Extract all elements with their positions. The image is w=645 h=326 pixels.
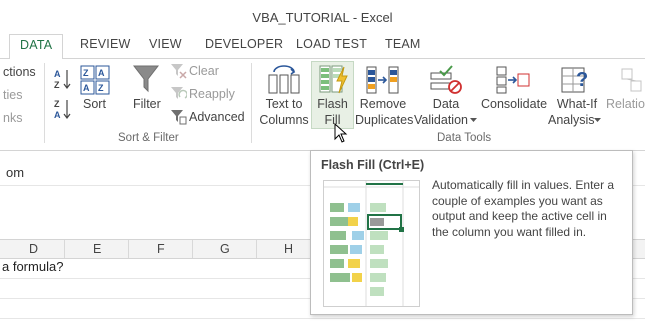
text-to-columns-icon[interactable] [268,65,300,95]
what-if-analysis-icon[interactable]: ? [561,64,593,96]
row-gridline [0,318,645,319]
group-divider [251,63,252,143]
dropdown-arrow-icon[interactable] [470,118,477,123]
column-header-d[interactable]: D [29,242,38,256]
dropdown-arrow-icon[interactable] [594,118,601,123]
flash-fill-icon[interactable] [318,64,348,94]
window-title: VBA_TUTORIAL - Excel [252,10,393,25]
cell-text[interactable]: a formula? [2,259,63,274]
what-if-label-1[interactable]: What-If [551,97,603,111]
tab-load-test[interactable]: LOAD TEST [296,37,367,51]
remove-duplicates-label-2[interactable]: Duplicates [355,113,413,127]
relationships-label[interactable]: Relation [606,97,645,111]
filter-label[interactable]: Filter [133,97,161,111]
data-validation-icon[interactable] [430,65,462,95]
column-divider [64,240,65,258]
clear-filter-icon [171,64,187,79]
tab-view[interactable]: VIEW [149,37,182,51]
advanced-button[interactable]: Advanced [189,110,245,124]
sort-filter-group-label: Sort & Filter [118,132,179,144]
consolidate-icon[interactable] [496,65,530,95]
svg-text:Z: Z [54,80,60,90]
ribbon: ctions ties nks A Z Z A Z A A Z Sort Fil… [0,59,645,151]
what-if-label-2[interactable]: Analysis [548,113,595,127]
sort-z-to-a-icon[interactable]: Z A [53,97,73,121]
group-divider [44,63,45,143]
text-to-columns-label-2[interactable]: Columns [259,113,309,127]
properties-button[interactable]: ties [3,88,22,102]
consolidate-label[interactable]: Consolidate [481,97,547,111]
ribbon-tabs: DATA REVIEW VIEW DEVELOPER LOAD TEST TEA… [0,34,645,60]
svg-text:Z: Z [98,83,104,93]
text-to-columns-label-1[interactable]: Text to [259,97,309,111]
svg-text:A: A [54,69,61,79]
tab-review[interactable]: REVIEW [80,37,131,51]
data-validation-label-1[interactable]: Data [418,97,474,111]
tab-data[interactable]: DATA [9,34,64,60]
reapply-button[interactable]: Reapply [189,87,235,101]
tab-developer[interactable]: DEVELOPER [205,37,283,51]
connections-button[interactable]: ctions [3,65,36,79]
relationships-icon [621,68,642,92]
svg-text:A: A [98,68,105,78]
column-divider [256,240,257,258]
flash-fill-label-1[interactable]: Flash [311,97,354,111]
sort-a-to-z-icon[interactable]: A Z [53,67,73,91]
svg-text:?: ? [576,69,588,91]
title-bar: VBA_TUTORIAL - Excel [0,0,645,34]
tab-team[interactable]: TEAM [385,37,421,51]
column-header-g[interactable]: G [220,242,230,256]
svg-text:A: A [54,110,61,120]
column-header-e[interactable]: E [93,242,101,256]
advanced-filter-icon [171,110,187,125]
data-validation-label-2[interactable]: Validation [414,113,468,127]
sort-label[interactable]: Sort [83,97,106,111]
svg-text:A: A [83,83,90,93]
filter-icon[interactable] [132,63,160,95]
mouse-pointer-icon [334,123,348,143]
sort-icon[interactable]: Z A A Z [80,65,110,95]
column-header-h[interactable]: H [284,242,293,256]
flash-fill-illustration [323,180,420,307]
column-divider [192,240,193,258]
clear-button[interactable]: Clear [189,64,219,78]
flash-fill-tooltip: Flash Fill (Ctrl+E) Automatically fill i… [310,150,633,315]
svg-text:Z: Z [83,68,89,78]
formula-bar-text[interactable]: om [6,165,24,180]
remove-duplicates-icon[interactable] [366,65,400,95]
remove-duplicates-label-1[interactable]: Remove [355,97,411,111]
svg-text:Z: Z [54,99,60,109]
flash-fill-preview-image [324,181,419,306]
edit-links-button[interactable]: nks [3,111,22,125]
column-divider [128,240,129,258]
column-header-f[interactable]: F [157,242,165,256]
reapply-icon [171,87,187,99]
data-tools-group-label: Data Tools [437,132,492,144]
tooltip-title: Flash Fill (Ctrl+E) [321,158,425,172]
tooltip-description: Automatically fill in values. Enter a co… [432,178,615,239]
